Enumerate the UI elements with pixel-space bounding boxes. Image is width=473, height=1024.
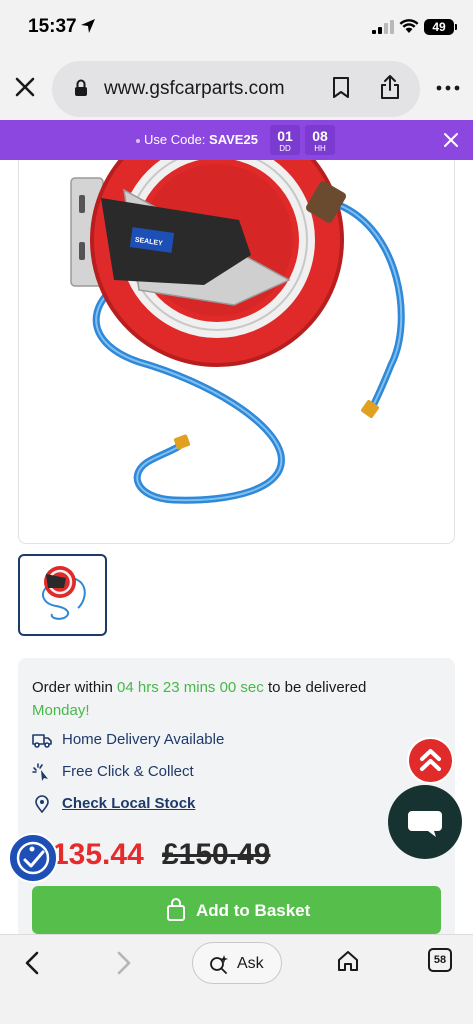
map-pin-icon [35,795,49,813]
page: 15:37 49 www.gsfcarparts.com SEALEY Orde… [0,0,473,1024]
status-bar: 15:37 49 [0,0,473,56]
bookmark-icon[interactable] [332,77,350,99]
thumbnail-image [41,566,86,620]
lock-icon [75,79,87,96]
accessibility-button[interactable] [8,833,58,883]
wifi-icon [399,19,419,33]
current-price: 135.44 [52,838,144,871]
double-chevron-up-icon [420,749,441,771]
countdown-days-value: 01 [277,128,293,144]
ask-label: Ask [237,955,264,972]
countdown-hours-value: 08 [312,128,328,144]
home-delivery-label: Home Delivery Available [62,731,225,748]
truck-icon [32,734,52,748]
more-icon[interactable] [436,85,460,91]
promo-code: SAVE25 [209,132,258,147]
close-icon[interactable] [12,74,38,100]
countdown-days-unit: DD [279,144,291,153]
accessibility-icon [16,841,50,875]
delivery-day: Monday! [32,702,90,719]
chevron-right-icon[interactable] [114,950,134,976]
address-bar[interactable]: www.gsfcarparts.com [52,61,420,117]
click-collect-icon [32,763,48,781]
chat-button[interactable] [388,785,462,859]
order-suffix: to be delivered [263,679,367,696]
order-prefix: Order within [32,679,118,696]
promo-close-icon[interactable] [443,132,459,148]
signal-icon [372,20,394,34]
countdown-hours-unit: HH [314,144,326,153]
promo-prefix: Use Code: [144,132,210,147]
battery-nub [455,24,457,30]
basket-icon [167,898,185,921]
status-time: 15:37 [28,16,77,37]
product-thumbnail[interactable] [18,554,107,636]
was-price: £150.49 [162,838,271,871]
url-text: www.gsfcarparts.com [104,78,285,99]
chat-bubble-icon [408,811,442,837]
check-local-stock-link[interactable]: Check Local Stock [62,795,195,812]
add-to-basket-label: Add to Basket [196,901,311,920]
order-countdown: 04 hrs 23 mins 00 sec [117,679,264,696]
browser-bar: www.gsfcarparts.com [0,56,473,120]
ask-button[interactable]: Ask [192,942,282,984]
order-cutoff-message: Order within 04 hrs 23 mins 00 sec to be… [32,676,442,722]
product-image[interactable]: SEALEY [18,150,455,544]
scroll-to-top-button[interactable] [407,737,454,784]
browser-bottom-toolbar: Ask 58 [0,934,473,1024]
chevron-left-icon[interactable] [22,950,42,976]
countdown-days: 01 DD [270,125,300,155]
home-icon[interactable] [336,949,360,973]
promo-message: Use Code: SAVE25 [136,132,258,147]
tabs-button[interactable]: 58 [428,948,452,972]
promo-banner: Use Code: SAVE25 01 DD 08 HH [0,120,473,160]
click-collect-label: Free Click & Collect [62,763,194,780]
ask-sparkle-icon [210,955,228,974]
battery-icon: 49 [424,19,454,35]
location-arrow-icon [81,19,95,33]
share-icon[interactable] [379,74,401,100]
add-to-basket-button[interactable]: Add to Basket [32,886,441,934]
product-photo-hose-reel: SEALEY [70,150,405,504]
countdown-hours: 08 HH [305,125,335,155]
